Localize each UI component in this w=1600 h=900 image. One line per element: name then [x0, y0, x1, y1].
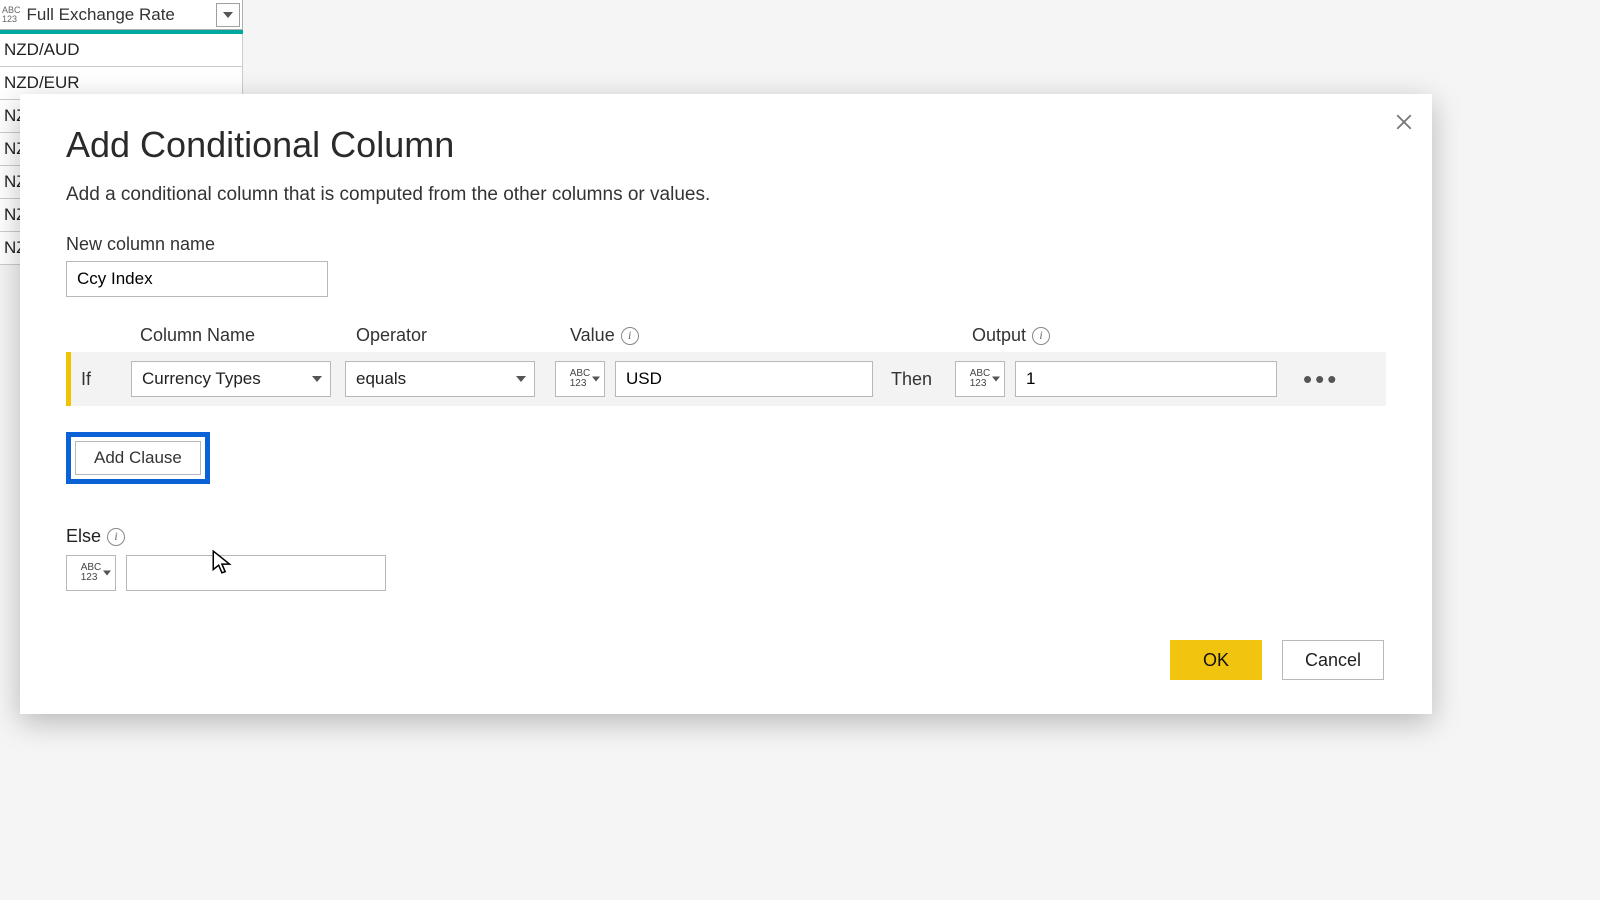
dialog-title: Add Conditional Column: [66, 124, 1386, 166]
then-label: Then: [891, 369, 955, 390]
header-column-name: Column Name: [140, 325, 356, 346]
if-label: If: [71, 369, 131, 390]
chevron-down-icon: [992, 377, 1000, 382]
datatype-icon: ABC123: [2, 6, 21, 24]
info-icon[interactable]: i: [107, 528, 125, 546]
cancel-button[interactable]: Cancel: [1282, 640, 1384, 680]
close-icon: [1395, 113, 1413, 131]
datatype-icon: ABC123: [81, 563, 102, 583]
clause-row: If Currency Types equals ABC123 Then ABC…: [66, 352, 1386, 406]
chevron-down-icon: [312, 376, 322, 382]
value-input[interactable]: [615, 361, 873, 397]
column-filter-button[interactable]: [216, 3, 240, 27]
datatype-icon: ABC123: [970, 369, 991, 389]
column-header[interactable]: ABC123 Full Exchange Rate: [0, 0, 243, 30]
table-row[interactable]: NZD/AUD: [0, 34, 243, 67]
column-name-value: Currency Types: [142, 369, 261, 389]
column-header-label: Full Exchange Rate: [27, 5, 216, 25]
operator-dropdown[interactable]: equals: [345, 361, 535, 397]
ok-button[interactable]: OK: [1170, 640, 1262, 680]
info-icon[interactable]: i: [1032, 327, 1050, 345]
close-button[interactable]: [1390, 108, 1418, 136]
else-type-picker[interactable]: ABC123: [66, 555, 116, 591]
else-label: Else: [66, 526, 101, 547]
new-column-name-input[interactable]: [66, 261, 328, 297]
chevron-down-icon: [103, 571, 111, 576]
datatype-icon: ABC123: [570, 369, 591, 389]
operator-value: equals: [356, 369, 406, 389]
column-name-dropdown[interactable]: Currency Types: [131, 361, 331, 397]
header-operator: Operator: [356, 325, 570, 346]
clause-headers: Column Name Operator Value i Output i: [66, 325, 1386, 346]
header-value: Value i: [570, 325, 972, 346]
info-icon[interactable]: i: [621, 327, 639, 345]
add-conditional-column-dialog: Add Conditional Column Add a conditional…: [20, 94, 1432, 714]
dialog-description: Add a conditional column that is compute…: [66, 184, 1386, 206]
chevron-down-icon: [592, 377, 600, 382]
output-type-picker[interactable]: ABC123: [955, 361, 1005, 397]
output-input[interactable]: [1015, 361, 1277, 397]
clause-more-button[interactable]: •••: [1303, 364, 1339, 395]
value-type-picker[interactable]: ABC123: [555, 361, 605, 397]
header-output: Output i: [972, 325, 1302, 346]
add-clause-highlight: Add Clause: [66, 432, 210, 484]
else-input[interactable]: [126, 555, 386, 591]
chevron-down-icon: [223, 12, 233, 18]
new-column-name-label: New column name: [66, 234, 1386, 255]
chevron-down-icon: [516, 376, 526, 382]
add-clause-button[interactable]: Add Clause: [75, 441, 201, 475]
